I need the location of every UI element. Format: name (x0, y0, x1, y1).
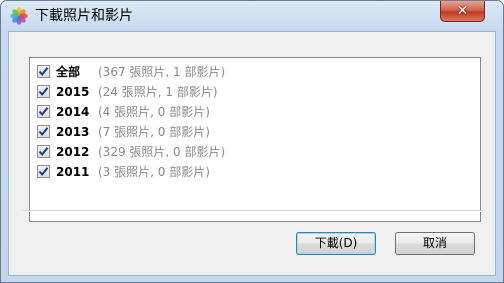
check-icon (38, 167, 49, 177)
divider (23, 210, 483, 212)
list-item-2012[interactable]: 2012 (329 張照片, 0 部影片) (37, 142, 467, 162)
download-button[interactable]: 下載(D) (296, 232, 376, 255)
cancel-button[interactable]: 取消 (395, 232, 475, 255)
dialog-body: 全部 (367 張照片, 1 部影片) 2015 (24 張照片, 1 部影片)… (8, 31, 496, 276)
check-icon (38, 147, 49, 157)
list-item-label: 2015 (56, 85, 90, 99)
list-item-detail: (24 張照片, 1 部影片) (98, 85, 218, 99)
checkbox-2012[interactable] (37, 145, 50, 158)
check-icon (38, 127, 49, 137)
checkbox-2011[interactable] (37, 165, 50, 178)
check-icon (38, 87, 49, 97)
checkbox-all[interactable] (37, 65, 50, 78)
checkbox-2014[interactable] (37, 105, 50, 118)
close-icon: ✕ (456, 3, 469, 19)
list-item-label: 2013 (56, 125, 90, 139)
window-title: 下載照片和影片 (35, 8, 133, 24)
title-bar[interactable]: 下載照片和影片 ✕ (1, 1, 503, 31)
list-item-detail: (3 張照片, 0 部影片) (98, 165, 210, 179)
list-item-detail: (7 張照片, 0 部影片) (98, 125, 210, 139)
list-item-label: 2012 (56, 145, 90, 159)
check-icon (38, 107, 49, 117)
close-button[interactable]: ✕ (440, 1, 485, 22)
year-checkbox-list[interactable]: 全部 (367 張照片, 1 部影片) 2015 (24 張照片, 1 部影片)… (29, 57, 481, 222)
list-item-2015[interactable]: 2015 (24 張照片, 1 部影片) (37, 82, 467, 102)
checkbox-2015[interactable] (37, 85, 50, 98)
list-item-detail: (367 張照片, 1 部影片) (98, 65, 226, 79)
check-icon (38, 67, 49, 77)
checkbox-2013[interactable] (37, 125, 50, 138)
list-item-label: 全部 (56, 65, 81, 79)
list-item-2011[interactable]: 2011 (3 張照片, 0 部影片) (37, 162, 467, 182)
list-item-detail: (329 張照片, 0 部影片) (98, 145, 226, 159)
list-item-2013[interactable]: 2013 (7 張照片, 0 部影片) (37, 122, 467, 142)
list-item-detail: (4 張照片, 0 部影片) (98, 105, 210, 119)
list-item-all[interactable]: 全部 (367 張照片, 1 部影片) (37, 62, 467, 82)
list-item-label: 2011 (56, 165, 90, 179)
dialog-window: 下載照片和影片 ✕ 全部 (367 張照片, 1 部影片) 2015 (24 張… (0, 0, 504, 283)
list-item-2014[interactable]: 2014 (4 張照片, 0 部影片) (37, 102, 467, 122)
photos-app-icon (10, 7, 28, 25)
list-item-label: 2014 (56, 105, 90, 119)
